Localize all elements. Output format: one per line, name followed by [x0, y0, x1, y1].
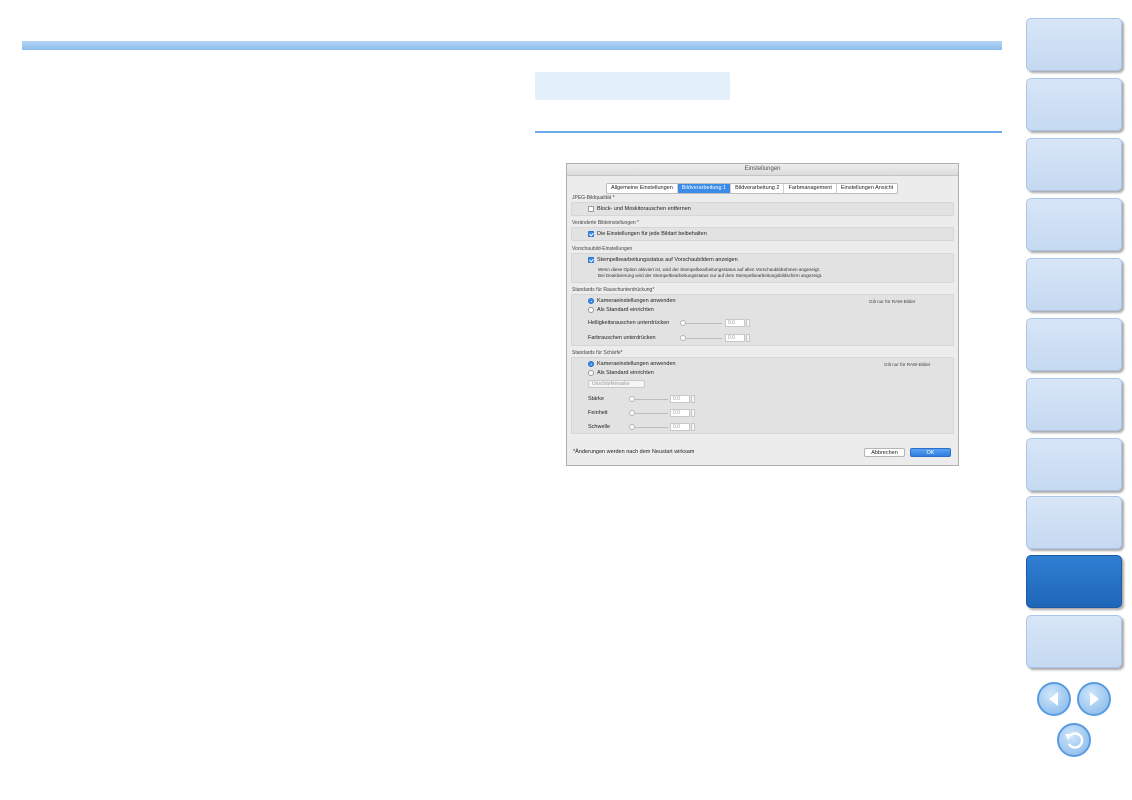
chroma-noise-slider-track[interactable] — [682, 338, 722, 339]
side-tab-4[interactable] — [1026, 198, 1122, 251]
noise-camera-settings-radio[interactable] — [588, 298, 594, 304]
threshold-label: Schwelle — [588, 424, 611, 430]
stamp-status-option[interactable]: Stempelbearbeitungsstatus auf Vorschaubi… — [588, 257, 738, 263]
restart-footnote: *Änderungen werden nach dem Neustart wir… — [573, 449, 695, 455]
stamp-status-note-2: Bei Deaktivierung wird der Stempelbearbe… — [598, 273, 823, 278]
noise-reduction-group: Gilt nur für RAW-Bilder Kameraeinstellun… — [571, 294, 954, 346]
jpeg-quality-group: Block- und Moskitorauschen entfernen — [571, 202, 954, 216]
chroma-noise-stepper[interactable] — [746, 334, 750, 342]
prev-page-button[interactable] — [1037, 682, 1071, 716]
noise-camera-settings-option[interactable]: Kameraeinstellungen anwenden — [588, 298, 676, 304]
threshold-stepper[interactable] — [691, 423, 695, 431]
sharp-set-default-radio[interactable] — [588, 370, 594, 376]
tab-image-processing-2[interactable]: Bildverarbeitung 2 — [731, 184, 785, 193]
changed-settings-label: Veränderte Bildeinstellungen * — [572, 220, 639, 226]
chroma-noise-value[interactable]: 0.0 — [725, 334, 745, 342]
arrow-left-icon — [1049, 692, 1058, 706]
next-page-button[interactable] — [1077, 682, 1111, 716]
strength-slider-track[interactable] — [632, 399, 668, 400]
return-icon — [1065, 732, 1084, 749]
tab-general[interactable]: Allgemeine Einstellungen — [607, 184, 678, 193]
side-tab-10[interactable] — [1026, 555, 1122, 608]
side-tab-11[interactable] — [1026, 615, 1122, 668]
sharpness-group: Gilt nur für RAW-Bilder Kameraeinstellun… — [571, 357, 954, 434]
sharp-set-default-label: Als Standard einrichten — [597, 370, 654, 376]
stamp-status-checkbox[interactable] — [588, 257, 594, 263]
fineness-stepper[interactable] — [691, 409, 695, 417]
sharp-camera-settings-label: Kameraeinstellungen anwenden — [597, 361, 676, 367]
sharpness-raw-note: Gilt nur für RAW-Bilder — [884, 362, 931, 367]
side-tab-1[interactable] — [1026, 18, 1122, 71]
sharp-camera-settings-radio[interactable] — [588, 361, 594, 367]
section-divider — [535, 131, 1002, 133]
chroma-noise-slider-knob[interactable] — [680, 335, 686, 341]
keep-settings-label: Die Einstellungen für jede Bildart beibe… — [597, 231, 707, 237]
preview-settings-label: Vorschaubild-Einstellungen — [572, 246, 633, 252]
luma-noise-slider-knob[interactable] — [680, 320, 686, 326]
strength-slider-knob[interactable] — [629, 396, 635, 402]
sharpness-label: Standards für Schärfe* — [572, 350, 623, 356]
chroma-noise-label: Farbrauschen unterdrücken — [588, 335, 656, 341]
preview-settings-group: Stempelbearbeitungsstatus auf Vorschaubi… — [571, 253, 954, 283]
sharp-camera-settings-option[interactable]: Kameraeinstellungen anwenden — [588, 361, 676, 367]
fineness-slider-track[interactable] — [632, 413, 668, 414]
noise-set-default-label: Als Standard einrichten — [597, 307, 654, 313]
luma-noise-label: Helligkeitsrauschen unterdrücken — [588, 320, 670, 326]
sharpness-mode-select[interactable]: Unschärfemaske — [588, 380, 645, 388]
strength-label: Stärke — [588, 396, 604, 402]
luma-noise-stepper[interactable] — [746, 319, 750, 327]
noise-reduction-label: Standards für Rauschunterdrückung* — [572, 287, 655, 293]
sharp-set-default-option[interactable]: Als Standard einrichten — [588, 370, 654, 376]
remove-noise-option[interactable]: Block- und Moskitorauschen entfernen — [588, 206, 691, 212]
top-accent-bar — [22, 41, 1002, 50]
arrow-right-icon — [1090, 692, 1099, 706]
remove-noise-checkbox[interactable] — [588, 206, 594, 212]
remove-noise-label: Block- und Moskitorauschen entfernen — [597, 206, 691, 212]
jpeg-quality-label: JPEG-Bildqualität * — [572, 195, 615, 201]
fineness-value[interactable]: 0.0 — [670, 409, 690, 417]
tab-image-processing-1[interactable]: Bildverarbeitung 1 — [677, 184, 732, 193]
dialog-tabs: Allgemeine Einstellungen Bildverarbeitun… — [606, 183, 899, 194]
threshold-value[interactable]: 0.0 — [670, 423, 690, 431]
back-button[interactable] — [1057, 723, 1091, 757]
fineness-slider-knob[interactable] — [629, 410, 635, 416]
tab-color-management[interactable]: Farbmanagement — [784, 184, 837, 193]
stamp-status-label: Stempelbearbeitungsstatus auf Vorschaubi… — [597, 257, 738, 263]
cancel-button[interactable]: Abbrechen — [864, 448, 905, 457]
luma-noise-slider-track[interactable] — [682, 323, 722, 324]
noise-raw-note: Gilt nur für RAW-Bilder — [869, 299, 916, 304]
luma-noise-value[interactable]: 0.0 — [725, 319, 745, 327]
side-tab-7[interactable] — [1026, 378, 1122, 431]
side-tab-3[interactable] — [1026, 138, 1122, 191]
noise-camera-settings-label: Kameraeinstellungen anwenden — [597, 298, 676, 304]
strength-stepper[interactable] — [691, 395, 695, 403]
dialog-title: Einstellungen — [567, 164, 958, 176]
side-tab-5[interactable] — [1026, 258, 1122, 311]
changed-settings-group: Die Einstellungen für jede Bildart beibe… — [571, 227, 954, 241]
threshold-slider-track[interactable] — [632, 427, 668, 428]
noise-set-default-radio[interactable] — [588, 307, 594, 313]
side-tab-9[interactable] — [1026, 496, 1122, 549]
noise-set-default-option[interactable]: Als Standard einrichten — [588, 307, 654, 313]
keep-settings-option[interactable]: Die Einstellungen für jede Bildart beibe… — [588, 231, 707, 237]
side-tab-6[interactable] — [1026, 318, 1122, 371]
preferences-dialog: Einstellungen Allgemeine Einstellungen B… — [566, 163, 959, 466]
sharpness-mode-value: Unschärfemaske — [592, 381, 630, 387]
keep-settings-checkbox[interactable] — [588, 231, 594, 237]
strength-value[interactable]: 0.0 — [670, 395, 690, 403]
ok-button[interactable]: OK — [910, 448, 951, 457]
side-tab-2[interactable] — [1026, 78, 1122, 131]
fineness-label: Feinheit — [588, 410, 608, 416]
threshold-slider-knob[interactable] — [629, 424, 635, 430]
tab-view-settings[interactable]: Einstellungen Ansicht — [837, 184, 897, 193]
section-heading-box — [535, 72, 730, 100]
side-tab-8[interactable] — [1026, 438, 1122, 491]
